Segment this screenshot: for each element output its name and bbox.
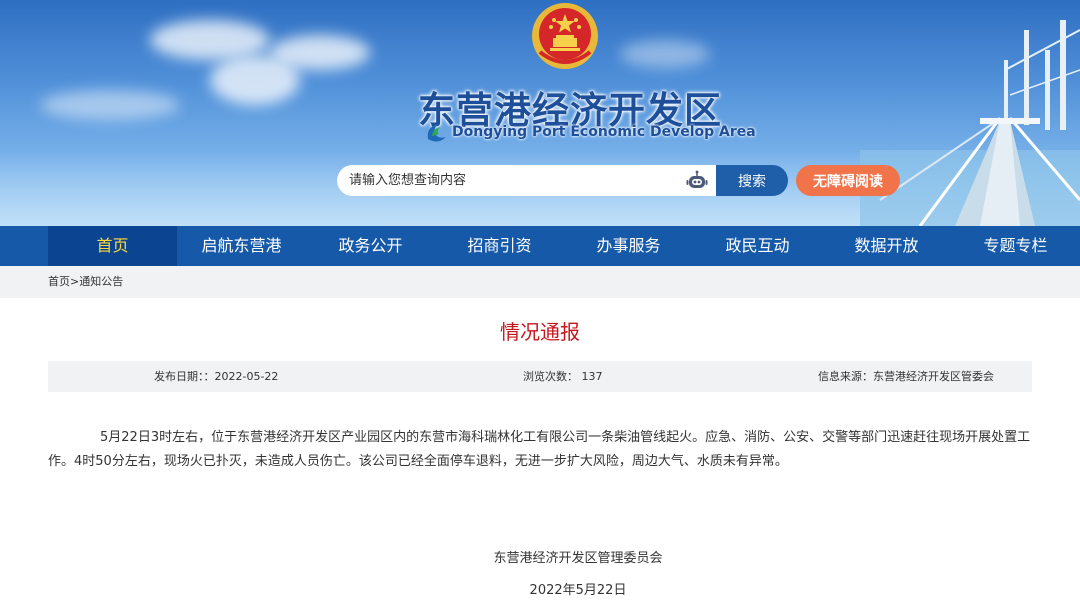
- breadcrumb-bar: 首页>通知公告: [0, 266, 1080, 298]
- site-header: 东营港经济开发区 Dongying Port Economic Develop …: [0, 0, 1080, 226]
- robot-assistant-icon[interactable]: [686, 170, 708, 192]
- site-logo-icon: [427, 124, 446, 142]
- article-title: 情况通报: [500, 320, 580, 344]
- signature-date: 2022年5月22日: [529, 583, 627, 598]
- site-subtitle: Dongying Port Economic Develop Area: [452, 124, 756, 140]
- nav-item-interaction[interactable]: 政民互动: [693, 226, 822, 266]
- nav-item-investment[interactable]: 招商引资: [435, 226, 564, 266]
- cloud-decoration: [270, 35, 370, 70]
- search-button[interactable]: 搜索: [716, 165, 788, 196]
- main-nav: 首页 启航东营港 政务公开 招商引资 办事服务 政民互动 数据开放 专题专栏: [0, 226, 1080, 266]
- publish-date: 发布日期：：2022-05-22: [154, 370, 279, 383]
- accessibility-reading-button[interactable]: 无障碍阅读: [796, 165, 900, 196]
- cloud-decoration: [620, 40, 710, 68]
- national-emblem-icon: [532, 3, 598, 69]
- nav-item-services[interactable]: 办事服务: [564, 226, 693, 266]
- search-box: [337, 165, 716, 196]
- breadcrumb: 首页>通知公告: [48, 266, 123, 298]
- article-body: 5月22日3时左右，位于东营港经济开发区产业园区内的东营市海科瑞林化工有限公司一…: [48, 430, 1031, 469]
- article-meta-bar: 发布日期：：2022-05-22 浏览次数： 137 信息来源：东营港经济开发区…: [48, 361, 1032, 392]
- nav-item-special[interactable]: 专题专栏: [951, 226, 1080, 266]
- nav-item-about[interactable]: 启航东营港: [177, 226, 306, 266]
- search-input[interactable]: [349, 165, 679, 196]
- nav-item-open-data[interactable]: 数据开放: [822, 226, 951, 266]
- signature-organization: 东营港经济开发区管理委员会: [493, 551, 663, 566]
- view-count: 浏览次数： 137: [523, 370, 603, 383]
- cloud-decoration: [150, 20, 270, 60]
- breadcrumb-current-link[interactable]: 通知公告: [79, 275, 123, 288]
- information-source: 信息来源：东营港经济开发区管委会: [818, 370, 994, 383]
- breadcrumb-home-link[interactable]: 首页: [48, 275, 70, 288]
- cloud-decoration: [40, 90, 180, 120]
- breadcrumb-separator: >: [70, 275, 80, 288]
- nav-item-home[interactable]: 首页: [48, 226, 177, 266]
- nav-item-gov-affairs[interactable]: 政务公开: [306, 226, 435, 266]
